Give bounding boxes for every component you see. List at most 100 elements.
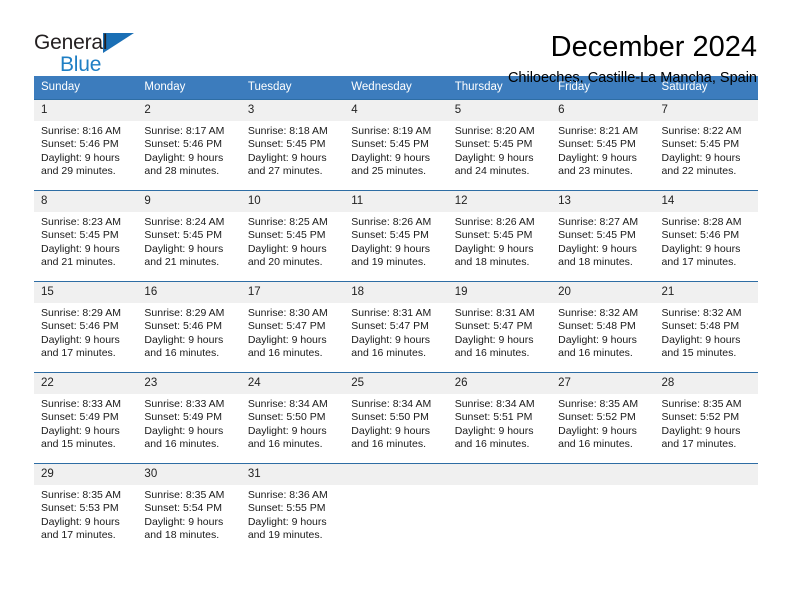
daylight-text-line1: Daylight: 9 hours bbox=[558, 424, 637, 437]
sunset-text: Sunset: 5:54 PM bbox=[144, 502, 223, 515]
daylight-text-line1: Daylight: 9 hours bbox=[247, 424, 327, 437]
day-cell[interactable]: 4 Sunrise: 8:19 AM Sunset: 5:45 PM Daylight… bbox=[344, 99, 448, 191]
sunrise-text: Sunrise: 8:29 AM bbox=[144, 307, 225, 319]
daylight-text-line1: Daylight: 9 hours bbox=[247, 333, 327, 346]
day-details: Sunrise: 8:31 AM Sunset: 5:47 PM Daylight:… bbox=[344, 303, 448, 372]
sunset-text: Sunset: 5:46 PM bbox=[661, 229, 740, 242]
sunrise-text: Sunrise: 8:33 AM bbox=[144, 398, 225, 410]
daylight-text-line2: and 16 minutes. bbox=[558, 438, 633, 451]
daylight-text-line2: and 17 minutes. bbox=[661, 256, 737, 269]
sunset-text: Sunset: 5:49 PM bbox=[41, 411, 119, 424]
daylight-text-line1: Daylight: 9 hours bbox=[41, 333, 120, 346]
day-cell[interactable]: 9 Sunrise: 8:24 AM Sunset: 5:45 PM Daylight… bbox=[137, 190, 241, 282]
daylight-text-line2: and 21 minutes. bbox=[144, 256, 220, 269]
sunset-text: Sunset: 5:47 PM bbox=[247, 320, 326, 333]
daylight-text-line2: and 16 minutes. bbox=[247, 347, 323, 360]
daylight-text-line1: Daylight: 9 hours bbox=[247, 151, 327, 164]
sunset-text: Sunset: 5:52 PM bbox=[558, 411, 636, 424]
daylight-text-line1: Daylight: 9 hours bbox=[144, 424, 224, 437]
day-cell[interactable]: 11 Sunrise: 8:26 AM Sunset: 5:45 PM Dayligh… bbox=[344, 190, 448, 282]
day-cell[interactable]: 15 Sunrise: 8:29 AM Sunset: 5:46 PM Dayligh… bbox=[34, 281, 138, 373]
daylight-text-line2: and 23 minutes. bbox=[558, 165, 633, 178]
day-cell[interactable]: 17 Sunrise: 8:30 AM Sunset: 5:47 PM Dayligh… bbox=[240, 281, 345, 373]
sunset-text: Sunset: 5:45 PM bbox=[247, 138, 326, 151]
day-cell[interactable]: 24 Sunrise: 8:34 AM Sunset: 5:50 PM Dayligh… bbox=[240, 372, 345, 464]
daylight-text-line2: and 18 minutes. bbox=[558, 256, 633, 269]
day-number: 15 bbox=[34, 282, 138, 303]
day-details: Sunrise: 8:29 AM Sunset: 5:46 PM Daylight:… bbox=[34, 303, 138, 372]
sunrise-text: Sunrise: 8:35 AM bbox=[41, 489, 121, 501]
daylight-text-line1: Daylight: 9 hours bbox=[351, 151, 431, 164]
day-details: Sunrise: 8:35 AM Sunset: 5:52 PM Daylight:… bbox=[654, 394, 758, 463]
day-details bbox=[447, 485, 552, 554]
daylight-text-line1: Daylight: 9 hours bbox=[41, 515, 120, 528]
sunset-text: Sunset: 5:48 PM bbox=[661, 320, 740, 333]
day-number: 10 bbox=[240, 191, 345, 212]
day-cell[interactable]: 16 Sunrise: 8:29 AM Sunset: 5:46 PM Dayligh… bbox=[137, 281, 241, 373]
sunset-text: Sunset: 5:45 PM bbox=[454, 229, 533, 242]
sunrise-text: Sunrise: 8:30 AM bbox=[247, 307, 328, 319]
day-details: Sunrise: 8:16 AM Sunset: 5:46 PM Daylight:… bbox=[34, 121, 138, 190]
calendar-week-row: 15 Sunrise: 8:29 AM Sunset: 5:46 PM Dayligh… bbox=[34, 281, 758, 373]
day-details: Sunrise: 8:18 AM Sunset: 5:45 PM Daylight:… bbox=[240, 121, 345, 190]
calendar-week-row: 22 Sunrise: 8:33 AM Sunset: 5:49 PM Dayligh… bbox=[34, 372, 758, 464]
day-cell[interactable]: 1 Sunrise: 8:16 AM Sunset: 5:46 PM Daylight… bbox=[34, 99, 138, 191]
daylight-text-line2: and 16 minutes. bbox=[454, 438, 530, 451]
day-cell[interactable]: 6 Sunrise: 8:21 AM Sunset: 5:45 PM Daylight… bbox=[551, 99, 655, 191]
day-details: Sunrise: 8:23 AM Sunset: 5:45 PM Daylight:… bbox=[34, 212, 138, 281]
weekday-header-sunday: Sunday bbox=[34, 76, 138, 100]
day-number: 23 bbox=[137, 373, 241, 394]
daylight-text-line1: Daylight: 9 hours bbox=[454, 242, 534, 255]
day-cell[interactable]: 27 Sunrise: 8:35 AM Sunset: 5:52 PM Dayligh… bbox=[551, 372, 655, 464]
day-cell[interactable]: 28 Sunrise: 8:35 AM Sunset: 5:52 PM Dayligh… bbox=[654, 372, 758, 464]
day-cell[interactable]: 23 Sunrise: 8:33 AM Sunset: 5:49 PM Dayligh… bbox=[137, 372, 241, 464]
day-cell[interactable]: 22 Sunrise: 8:33 AM Sunset: 5:49 PM Dayligh… bbox=[34, 372, 138, 464]
day-number: 19 bbox=[447, 282, 552, 303]
day-cell[interactable]: 5 Sunrise: 8:20 AM Sunset: 5:45 PM Daylight… bbox=[447, 99, 552, 191]
day-cell[interactable]: 7 Sunrise: 8:22 AM Sunset: 5:45 PM Daylight… bbox=[654, 99, 758, 191]
day-cell[interactable]: 18 Sunrise: 8:31 AM Sunset: 5:47 PM Dayligh… bbox=[344, 281, 448, 373]
day-cell[interactable]: 31 Sunrise: 8:36 AM Sunset: 5:55 PM Dayligh… bbox=[240, 463, 345, 554]
day-number: 24 bbox=[240, 373, 345, 394]
day-number: 2 bbox=[137, 100, 241, 121]
sunset-text: Sunset: 5:45 PM bbox=[558, 229, 636, 242]
sunrise-text: Sunrise: 8:32 AM bbox=[558, 307, 639, 319]
day-number: 8 bbox=[34, 191, 138, 212]
day-cell[interactable]: 10 Sunrise: 8:25 AM Sunset: 5:45 PM Dayligh… bbox=[240, 190, 345, 282]
day-number: 25 bbox=[344, 373, 448, 394]
daylight-text-line1: Daylight: 9 hours bbox=[558, 242, 637, 255]
sunset-text: Sunset: 5:52 PM bbox=[661, 411, 740, 424]
sunset-text: Sunset: 5:46 PM bbox=[144, 138, 223, 151]
sunrise-text: Sunrise: 8:35 AM bbox=[661, 398, 742, 410]
day-cell[interactable]: 26 Sunrise: 8:34 AM Sunset: 5:51 PM Dayligh… bbox=[447, 372, 552, 464]
day-cell[interactable]: 12 Sunrise: 8:26 AM Sunset: 5:45 PM Dayligh… bbox=[447, 190, 552, 282]
day-cell[interactable]: 8 Sunrise: 8:23 AM Sunset: 5:45 PM Daylight… bbox=[34, 190, 138, 282]
sunset-text: Sunset: 5:45 PM bbox=[351, 229, 429, 242]
daylight-text-line1: Daylight: 9 hours bbox=[41, 151, 120, 164]
day-cell[interactable]: 29 Sunrise: 8:35 AM Sunset: 5:53 PM Dayligh… bbox=[34, 463, 138, 554]
daylight-text-line2: and 18 minutes. bbox=[454, 256, 530, 269]
day-number: 28 bbox=[654, 373, 758, 394]
day-details: Sunrise: 8:32 AM Sunset: 5:48 PM Daylight:… bbox=[551, 303, 655, 372]
day-cell[interactable]: 20 Sunrise: 8:32 AM Sunset: 5:48 PM Dayligh… bbox=[551, 281, 655, 373]
daylight-text-line2: and 16 minutes. bbox=[247, 438, 323, 451]
day-number: 22 bbox=[34, 373, 138, 394]
day-cell[interactable]: 21 Sunrise: 8:32 AM Sunset: 5:48 PM Dayligh… bbox=[654, 281, 758, 373]
day-cell[interactable]: 2 Sunrise: 8:17 AM Sunset: 5:46 PM Daylight… bbox=[137, 99, 241, 191]
day-cell[interactable]: 13 Sunrise: 8:27 AM Sunset: 5:45 PM Dayligh… bbox=[551, 190, 655, 282]
daylight-text-line2: and 24 minutes. bbox=[454, 165, 530, 178]
day-cell[interactable]: 25 Sunrise: 8:34 AM Sunset: 5:50 PM Dayligh… bbox=[344, 372, 448, 464]
day-cell[interactable]: 30 Sunrise: 8:35 AM Sunset: 5:54 PM Dayligh… bbox=[137, 463, 241, 554]
daylight-text-line2: and 28 minutes. bbox=[144, 165, 220, 178]
day-cell[interactable]: 3 Sunrise: 8:18 AM Sunset: 5:45 PM Daylight… bbox=[240, 99, 345, 191]
generalblue-logo[interactable]: General Blue bbox=[34, 30, 146, 76]
day-details: Sunrise: 8:33 AM Sunset: 5:49 PM Daylight:… bbox=[137, 394, 241, 463]
daylight-text-line2: and 18 minutes. bbox=[144, 529, 220, 542]
day-cell[interactable]: 19 Sunrise: 8:31 AM Sunset: 5:47 PM Dayligh… bbox=[447, 281, 552, 373]
day-number: 31 bbox=[240, 464, 345, 485]
day-details: Sunrise: 8:26 AM Sunset: 5:45 PM Daylight:… bbox=[344, 212, 448, 281]
daylight-text-line1: Daylight: 9 hours bbox=[144, 333, 224, 346]
sunset-text: Sunset: 5:47 PM bbox=[454, 320, 533, 333]
day-cell[interactable]: 14 Sunrise: 8:28 AM Sunset: 5:46 PM Dayligh… bbox=[654, 190, 758, 282]
day-details: Sunrise: 8:33 AM Sunset: 5:49 PM Daylight:… bbox=[34, 394, 138, 463]
